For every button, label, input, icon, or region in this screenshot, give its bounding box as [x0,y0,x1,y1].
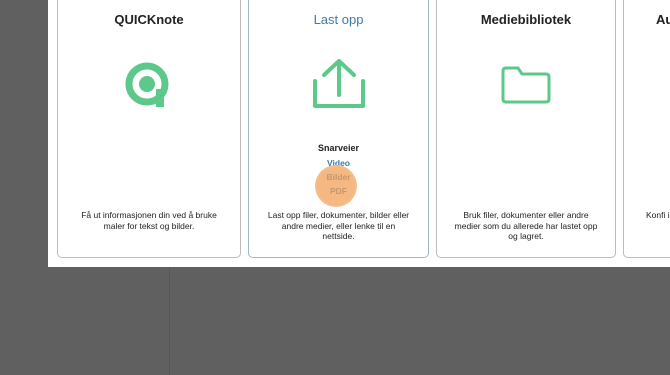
card-description: Bruk filer, dokumenter eller andre medie… [454,210,598,241]
card-title[interactable]: Last opp [249,12,428,27]
card-description: Konfi innho [646,210,670,220]
card-media-library[interactable]: Mediebibliotek Bruk filer, dokumenter el… [436,0,616,258]
screen: QUICKnote Få ut informasjonen din ved å … [0,0,670,375]
card-title: Mediebibliotek [480,12,572,27]
upload-icon [311,55,367,116]
card-quicknote[interactable]: QUICKnote Få ut informasjonen din ved å … [57,0,241,258]
quicknote-logo-icon [124,61,174,114]
shortcuts-title: Snarveier [317,143,360,153]
folder-icon [500,65,552,110]
card-upload[interactable]: Last opp Snarveier Video Bilder PDF Last… [248,0,429,258]
card-title: QUICKnote [114,12,184,27]
card-title: Au [656,12,670,27]
backdrop-divider [169,267,170,375]
click-highlight [315,165,357,207]
card-description: Last opp filer, dokumenter, bilder eller… [267,210,410,241]
card-partial[interactable]: Au Konfi innho [623,0,670,258]
card-description: Få ut informasjonen din ved å bruke male… [81,210,217,231]
